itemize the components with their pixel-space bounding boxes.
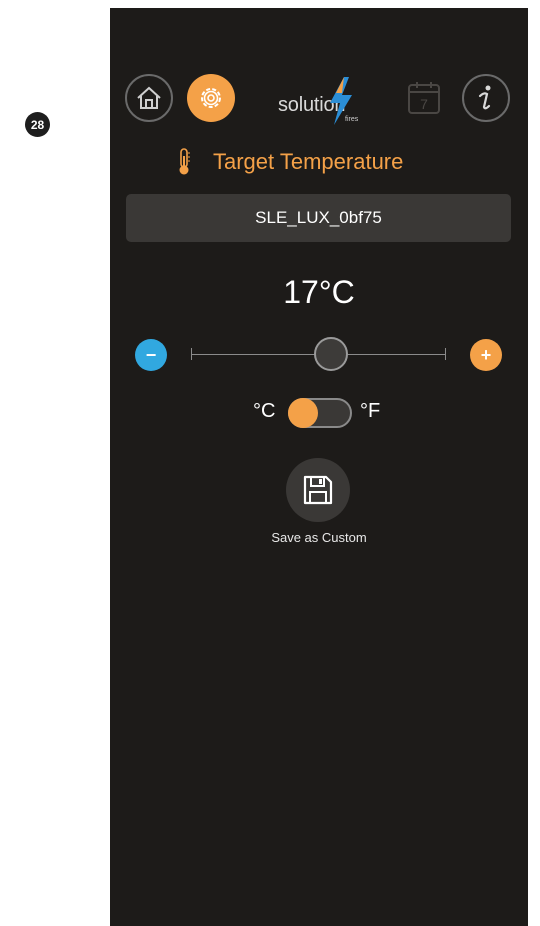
save-custom-button[interactable]: [286, 458, 350, 522]
calendar-icon[interactable]: 7: [406, 80, 442, 116]
settings-button[interactable]: [187, 74, 235, 122]
info-icon: [478, 85, 491, 110]
floppy-disk-icon: [303, 475, 333, 505]
solution-fires-logo: solution fires: [275, 76, 371, 128]
slider-track-end: [445, 348, 446, 360]
toggle-knob: [288, 398, 318, 428]
page-number-badge: 28: [25, 112, 50, 137]
logo-subtext: fires: [345, 116, 359, 123]
temperature-slider-row: − +: [110, 337, 528, 373]
increase-temperature-button[interactable]: +: [470, 339, 502, 371]
title-row: Target Temperature: [110, 146, 528, 180]
calendar-day: 7: [420, 96, 428, 112]
device-name-field[interactable]: SLE_LUX_0bf75: [126, 194, 511, 242]
celsius-label: °C: [253, 400, 276, 422]
temperature-display: 17°C: [283, 274, 355, 310]
unit-toggle-switch[interactable]: [288, 398, 352, 428]
decrease-temperature-button[interactable]: −: [135, 339, 167, 371]
home-icon: [137, 86, 161, 109]
fahrenheit-label: °F: [360, 400, 381, 422]
settings-gear-icon: [201, 88, 221, 108]
save-custom-label: Save as Custom: [271, 530, 367, 545]
info-button[interactable]: [462, 74, 510, 122]
page-title: Target Temperature: [213, 149, 404, 174]
slider-thumb[interactable]: [314, 337, 349, 371]
app-screen: solution fires 7 Target Temperature SLE_…: [110, 8, 528, 926]
unit-toggle-row: °C °F: [110, 394, 528, 430]
home-button[interactable]: [125, 74, 173, 122]
top-nav-bar: solution fires 7: [110, 74, 528, 134]
thermometer-icon: [179, 148, 190, 175]
